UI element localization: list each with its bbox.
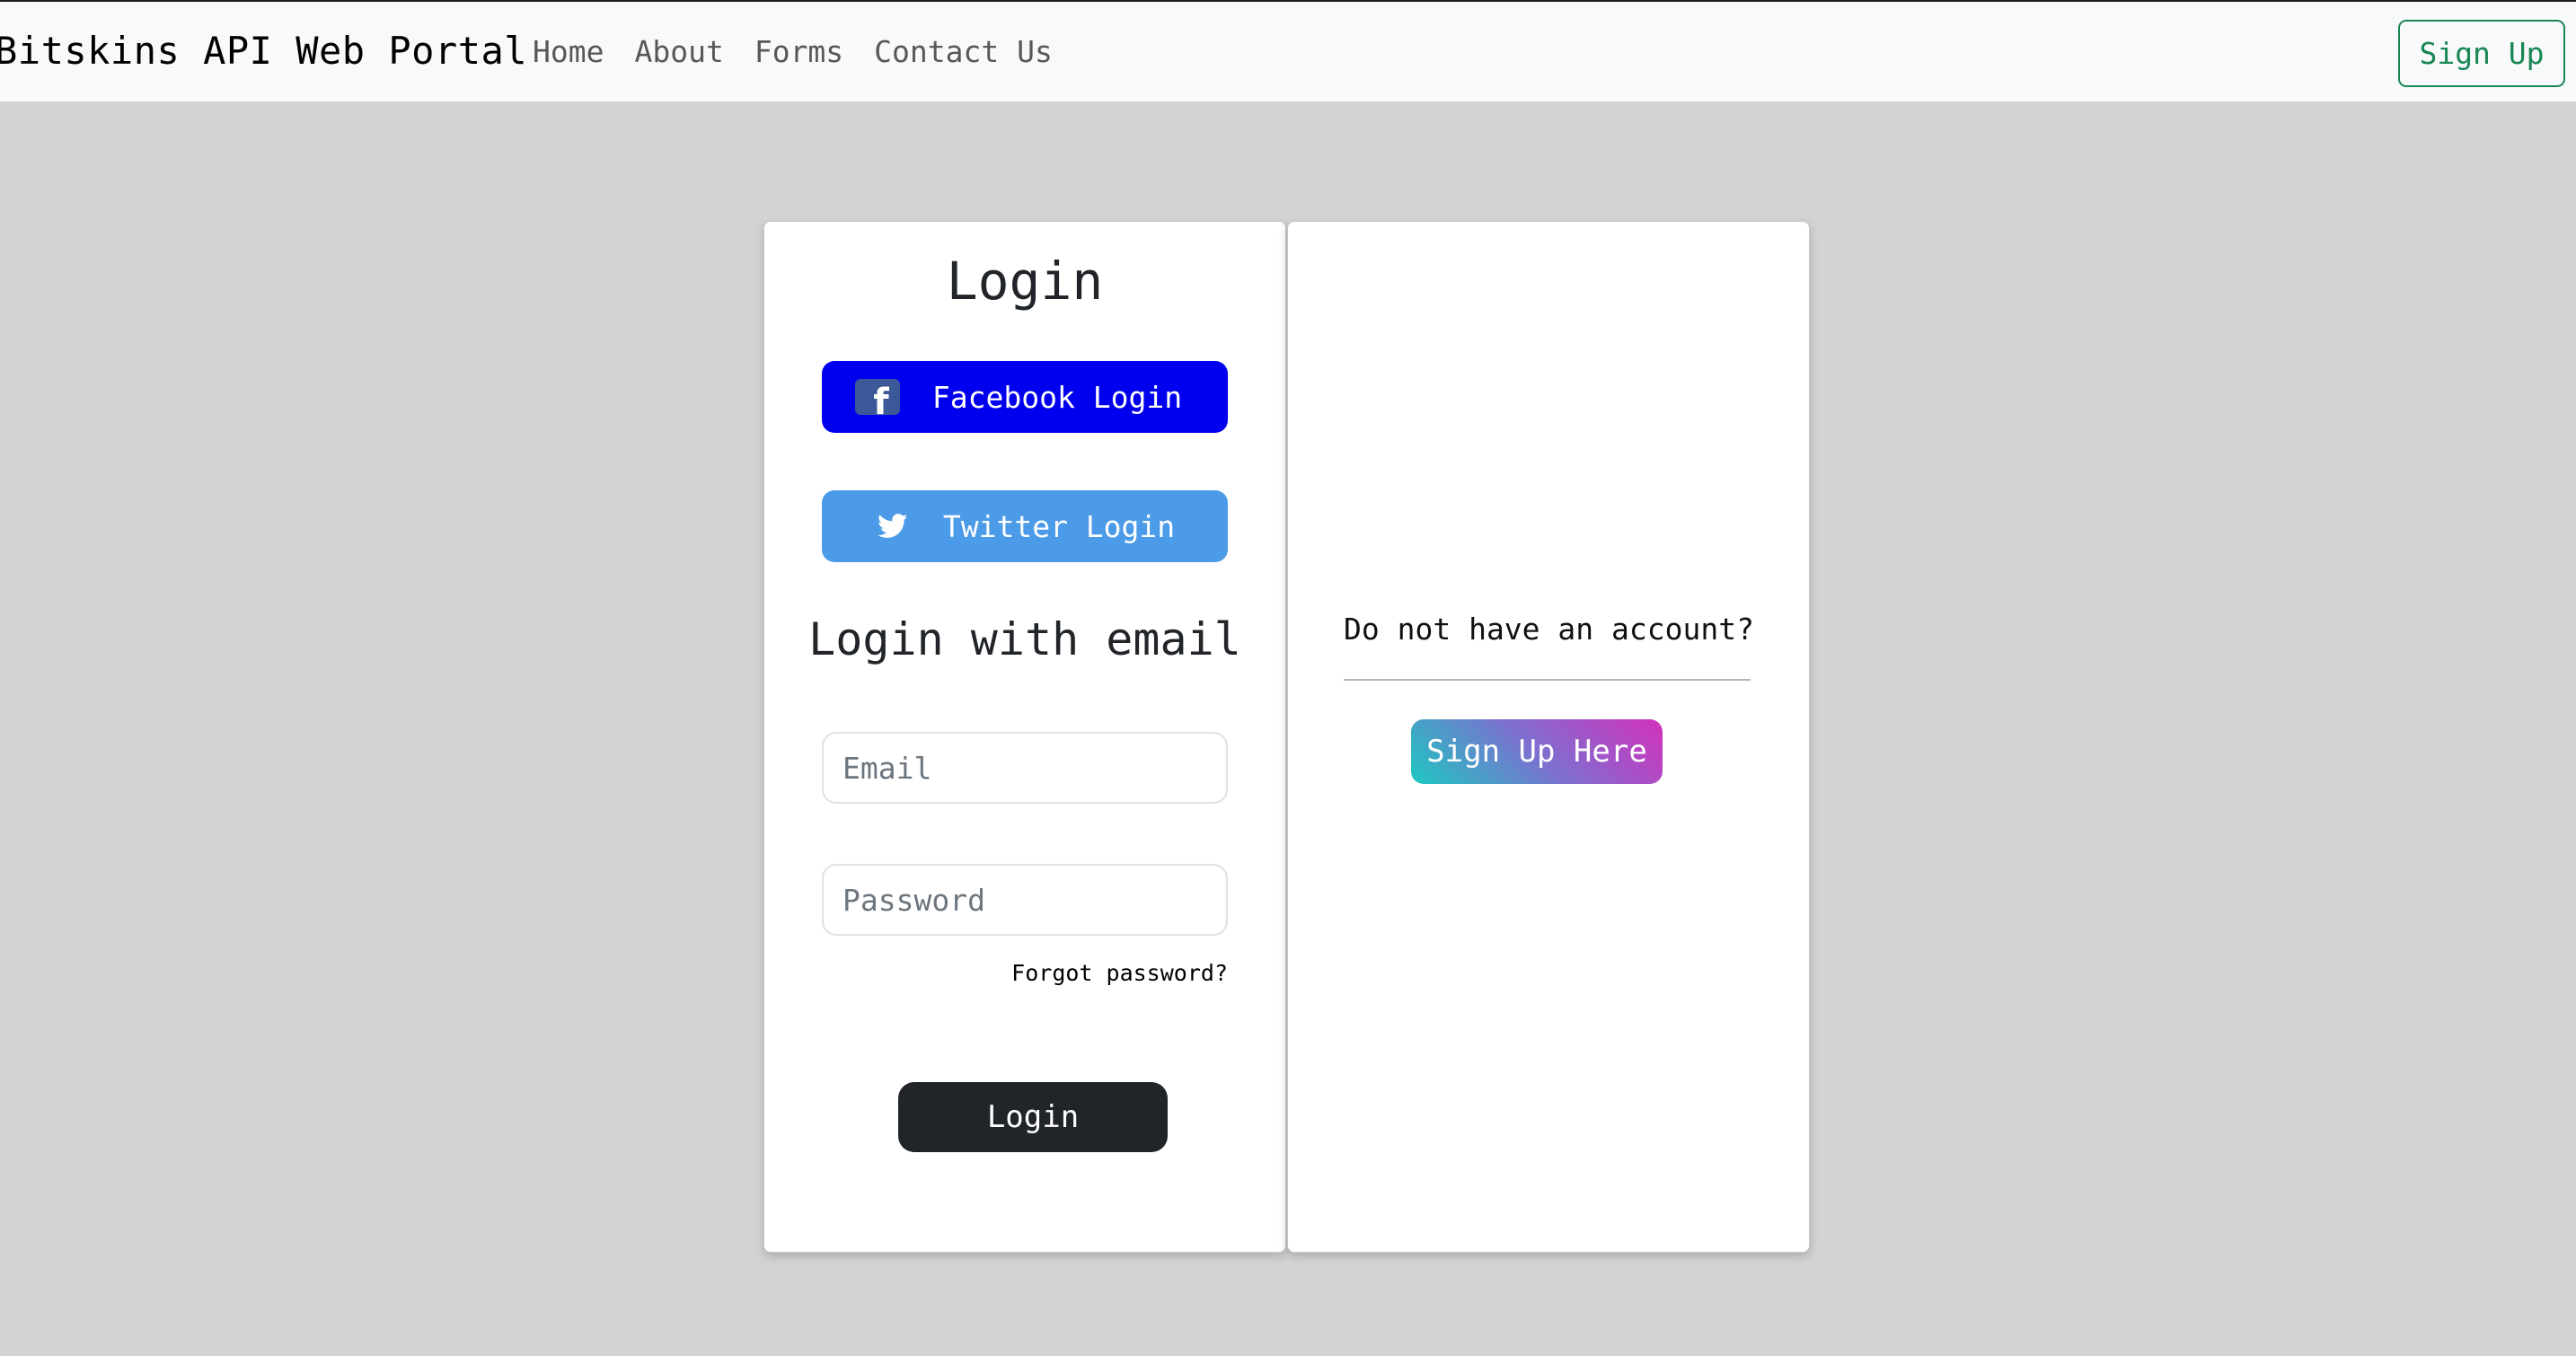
- facebook-icon: f: [854, 379, 900, 415]
- password-input[interactable]: Password: [822, 864, 1228, 936]
- facebook-login-label: Facebook Login: [931, 379, 1183, 415]
- login-button[interactable]: Login: [898, 1082, 1168, 1152]
- login-card: Login f Facebook Login Twitter Login Log…: [763, 221, 1286, 1253]
- nav-link-about[interactable]: About: [634, 34, 723, 69]
- navbar-sign-up-button[interactable]: Sign Up: [2398, 20, 2565, 87]
- login-with-email-title: Login with email: [808, 613, 1241, 665]
- nav-links: Home About Forms Contact Us: [533, 34, 1083, 69]
- nav-link-home[interactable]: Home: [533, 34, 604, 69]
- twitter-login-button[interactable]: Twitter Login: [822, 490, 1228, 562]
- twitter-icon: [875, 508, 911, 544]
- signup-card: Do not have an account? Sign Up Here: [1287, 221, 1810, 1253]
- top-navbar: Bitskins API Web Portal Home About Forms…: [0, 0, 2576, 101]
- forgot-password-link[interactable]: Forgot password?: [1011, 960, 1228, 986]
- no-account-prompt: Do not have an account?: [1344, 612, 1754, 647]
- twitter-login-label: Twitter Login: [942, 508, 1176, 544]
- navbar-brand[interactable]: Bitskins API Web Portal: [0, 29, 527, 73]
- nav-link-forms[interactable]: Forms: [754, 34, 843, 69]
- email-input[interactable]: Email: [822, 732, 1228, 804]
- login-title: Login: [946, 251, 1104, 312]
- nav-link-contact-us[interactable]: Contact Us: [874, 34, 1053, 69]
- email-placeholder: Email: [842, 750, 932, 786]
- sign-up-here-button[interactable]: Sign Up Here: [1411, 719, 1663, 784]
- facebook-login-button[interactable]: f Facebook Login: [822, 361, 1228, 433]
- divider: [1344, 679, 1751, 681]
- password-placeholder: Password: [842, 882, 985, 918]
